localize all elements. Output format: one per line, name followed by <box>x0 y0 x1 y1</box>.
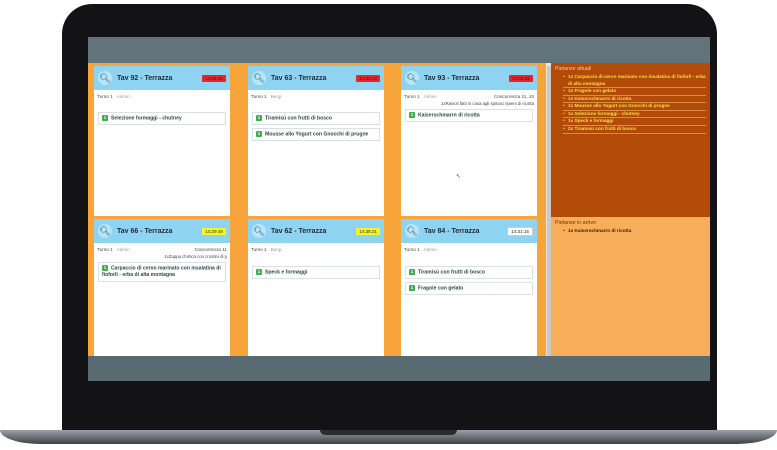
waiter-name: Admin <box>116 247 130 252</box>
card-meta: Turno 1 Bergi <box>248 243 384 254</box>
order-note: 1xZuppa d'ortica con crostini di p <box>164 254 227 259</box>
orders-board: 🔍︎ Tav 92 - Terrazza 14:34:46 Turno 1 Ad… <box>88 63 546 356</box>
current-dish-item: 1x Carpaccio di cervo marinato con insal… <box>563 74 706 89</box>
waiter-name: Admin <box>423 94 437 99</box>
table-title: Tav 84 - Terrazza <box>424 227 480 235</box>
turno-label: Turno 1 <box>251 247 267 252</box>
card-header: 🔍︎ Tav 92 - Terrazza 14:34:46 <box>94 66 230 90</box>
zoom-icon[interactable]: 🔍︎ <box>98 224 112 238</box>
card-header: 🔍︎ Tav 63 - Terrazza 14:34:18 <box>248 66 384 90</box>
zoom-icon[interactable]: 🔍︎ <box>252 224 266 238</box>
turno-label: Turno 1 <box>97 247 113 252</box>
dish-name: Mousse allo Yogurt con Gnocchi di prugne <box>265 131 369 138</box>
top-bar <box>88 37 710 63</box>
order-timer: 14:38:21 <box>356 227 380 235</box>
incoming-dish-item: 1x Kaiserschmarrn di ricotta <box>563 228 706 236</box>
dish-name: Selezione formaggi - chutney <box>111 115 182 122</box>
laptop-frame: 🔍︎ Tav 92 - Terrazza 14:34:46 Turno 1 Ad… <box>0 0 777 450</box>
current-dish-item: 1x Kaiserschmarrn di ricotta <box>563 96 706 104</box>
quantity-badge: 1 <box>409 269 415 275</box>
table-title: Tav 63 - Terrazza <box>271 74 327 82</box>
turno-label: Turno 1 <box>97 94 113 99</box>
table-title: Tav 62 - Terrazza <box>271 227 327 235</box>
current-dish-item: 1x Mousse allo Yogurt con Gnocchi di pru… <box>563 103 706 111</box>
order-timer: 14:34:46 <box>202 74 226 82</box>
quantity-badge: 1 <box>409 112 415 118</box>
quantity-badge: 1 <box>256 269 262 275</box>
turno-label: Turno 1 <box>404 94 420 99</box>
scrollbar-thumb[interactable] <box>546 66 551 356</box>
dish-item[interactable]: 1 Kaiserschmarrn di ricotta <box>405 109 533 123</box>
order-card[interactable]: 🔍︎ Tav 62 - Terrazza 14:38:21 Turno 1 Be… <box>248 219 384 356</box>
order-note: 1xRavioli fatti in casa agli spinaci rip… <box>441 101 534 106</box>
card-meta: Turno 1 Admin <box>401 243 537 254</box>
card-header: 🔍︎ Tav 93 - Terrazza 14:34:29 <box>401 66 537 90</box>
order-card[interactable]: 🔍︎ Tav 93 - Terrazza 14:34:29 Turno 1 Ad… <box>401 66 537 216</box>
turno-label: Turno 1 <box>251 94 267 99</box>
waiter-name: Admin <box>423 247 437 252</box>
order-card[interactable]: 🔍︎ Tav 66 - Terrazza 14:29:49 Turno 1 Ad… <box>94 219 230 356</box>
quantity-badge: 1 <box>409 285 415 292</box>
waiter-name: Bergi <box>270 247 282 252</box>
current-dishes-panel: Pietanze attuali 1x Carpaccio di cervo m… <box>551 63 710 217</box>
bottom-bar <box>88 356 710 381</box>
card-meta: Turno 1 Admin Concorrenza 11 <box>94 243 230 254</box>
quantity-badge: 1 <box>102 265 108 271</box>
zoom-icon[interactable]: 🔍︎ <box>405 224 419 238</box>
current-dish-item: 1x Selezione formaggi - chutney <box>563 111 706 119</box>
waiter-name: Bergi <box>270 94 282 99</box>
quantity-badge: 1 <box>102 115 108 121</box>
order-card[interactable]: 🔍︎ Tav 84 - Terrazza 14:31:15 Turno 1 Ad… <box>401 219 537 356</box>
card-header: 🔍︎ Tav 66 - Terrazza 14:29:49 <box>94 219 230 243</box>
current-dish-item: 1x Speck e formaggi <box>563 118 706 127</box>
zoom-icon[interactable]: 🔍︎ <box>98 71 112 85</box>
dish-item[interactable]: 1 Mousse allo Yogurt con Gnocchi di prugn… <box>252 128 380 142</box>
order-card[interactable]: 🔍︎ Tav 63 - Terrazza 14:34:18 Turno 1 Be… <box>248 66 384 216</box>
card-meta: Turno 1 Admin Concorrenza 11, 13 <box>401 90 537 101</box>
incoming-dishes-panel: Pietanze in arrivo 1x Kaiserschmarrn di … <box>551 217 710 356</box>
card-meta: Turno 1 Bergi <box>248 90 384 101</box>
card-meta: Turno 1 Admin <box>94 90 230 101</box>
kitchen-display-screen: 🔍︎ Tav 92 - Terrazza 14:34:46 Turno 1 Ad… <box>88 37 710 381</box>
current-dish-item: 1x Fragole con gelato <box>563 88 706 96</box>
dish-name: Kaiserschmarrn di ricotta <box>418 112 480 119</box>
laptop-notch <box>320 430 457 435</box>
dish-item[interactable]: 1 Speck e formaggi <box>252 266 380 280</box>
dish-item[interactable]: 1 Fragole con gelato <box>405 282 533 296</box>
dish-name: Carpaccio di cervo marinato con insalati… <box>102 265 221 279</box>
dish-item[interactable]: 1 Tiramisù con frutti di bosco <box>405 266 533 280</box>
quantity-badge: 1 <box>256 131 262 138</box>
dish-item[interactable]: 1 Tiramisù con frutti di bosco <box>252 112 380 126</box>
zoom-icon[interactable]: 🔍︎ <box>252 71 266 85</box>
turno-label: Turno 1 <box>404 247 420 252</box>
card-header: 🔍︎ Tav 62 - Terrazza 14:38:21 <box>248 219 384 243</box>
concorrenza-label: Concorrenza 11, 13 <box>493 94 534 99</box>
dish-item[interactable]: 1 Carpaccio di cervo marinato con insalat… <box>98 262 226 283</box>
incoming-dishes-title: Pietanze in arrivo <box>555 220 596 226</box>
order-timer: 14:34:29 <box>509 74 533 82</box>
waiter-name: Admin <box>116 94 130 99</box>
zoom-icon[interactable]: 🔍︎ <box>405 71 419 85</box>
table-title: Tav 66 - Terrazza <box>117 227 173 235</box>
dish-name: Tiramisù con frutti di bosco <box>265 115 332 122</box>
card-header: 🔍︎ Tav 84 - Terrazza 14:31:15 <box>401 219 537 243</box>
dish-name: Tiramisù con frutti di bosco <box>418 269 485 276</box>
concorrenza-label: Concorrenza 11 <box>194 247 227 252</box>
order-timer: 14:31:15 <box>507 226 533 236</box>
dish-item[interactable]: 1 Selezione formaggi - chutney <box>98 112 226 126</box>
quantity-badge: 1 <box>256 115 262 121</box>
order-timer: 14:29:49 <box>202 227 226 235</box>
order-card[interactable]: 🔍︎ Tav 92 - Terrazza 14:34:46 Turno 1 Ad… <box>94 66 230 216</box>
mouse-cursor-icon: ↖ <box>456 174 462 180</box>
order-timer: 14:34:18 <box>356 74 380 82</box>
current-dish-item: 2x Tiramisù con frutti di bosco <box>563 126 706 134</box>
dish-name: Speck e formaggi <box>265 269 308 276</box>
current-dishes-list: 1x Carpaccio di cervo marinato con insal… <box>551 74 710 134</box>
dish-name: Fragole con gelato <box>418 285 464 292</box>
incoming-dishes-list: 1x Kaiserschmarrn di ricotta <box>551 228 710 236</box>
current-dishes-title: Pietanze attuali <box>555 66 592 72</box>
table-title: Tav 93 - Terrazza <box>424 74 480 82</box>
table-title: Tav 92 - Terrazza <box>117 74 173 82</box>
